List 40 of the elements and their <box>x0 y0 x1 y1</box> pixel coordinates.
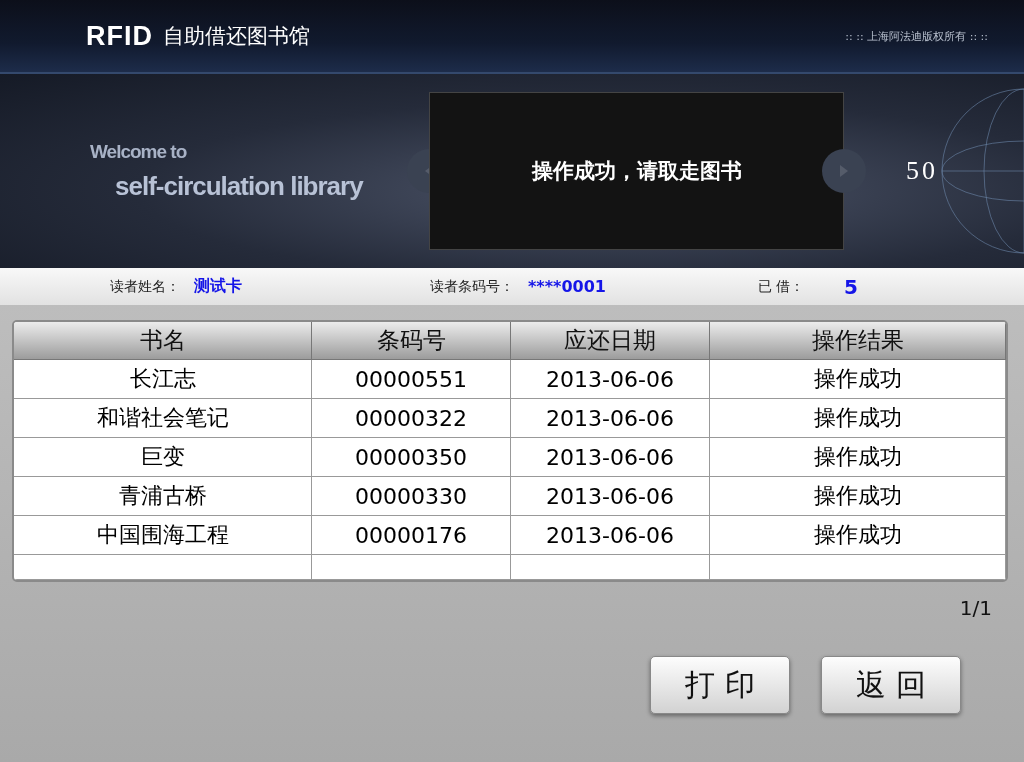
table-cell: 操作成功 <box>710 399 1006 438</box>
reader-name: 测试卡 <box>193 276 243 297</box>
table-cell: 巨变 <box>14 438 312 477</box>
table-cell: 操作成功 <box>710 477 1006 516</box>
print-button[interactable]: 打 印 <box>650 656 790 714</box>
column-header: 条码号 <box>312 322 511 360</box>
table-cell: 2013-06-06 <box>511 438 710 477</box>
table-cell: 青浦古桥 <box>14 477 312 516</box>
table-cell: 2013-06-06 <box>511 399 710 438</box>
table-cell: 00000322 <box>312 399 511 438</box>
borrowed-label: 已 借： <box>756 277 804 296</box>
borrowed-count: 5 <box>843 274 859 299</box>
column-header: 书名 <box>14 322 312 360</box>
table-cell: 操作成功 <box>710 438 1006 477</box>
countdown: 50 <box>906 156 938 186</box>
copyright-text: :: :: 上海阿法迪版权所有 :: :: <box>845 28 988 44</box>
table-cell: 2013-06-06 <box>511 360 710 399</box>
table-cell: 00000350 <box>312 438 511 477</box>
column-header: 应还日期 <box>511 322 710 360</box>
table-cell: 长江志 <box>14 360 312 399</box>
table-cell: 2013-06-06 <box>511 516 710 555</box>
column-header: 操作结果 <box>710 322 1006 360</box>
table-cell: 00000330 <box>312 477 511 516</box>
table-cell: 2013-06-06 <box>511 477 710 516</box>
reader-name-label: 读者姓名： <box>109 277 180 296</box>
back-button[interactable]: 返 回 <box>821 656 961 714</box>
status-message: 操作成功，请取走图书 <box>429 92 844 250</box>
table-cell: 和谐社会笔记 <box>14 399 312 438</box>
table-cell: 00000176 <box>312 516 511 555</box>
table-cell: 中国围海工程 <box>14 516 312 555</box>
table-cell: 操作成功 <box>710 516 1006 555</box>
page-indicator: 1/1 <box>959 596 992 620</box>
reader-barcode-label: 读者条码号： <box>429 277 514 296</box>
reader-barcode: ****0001 <box>527 277 607 296</box>
table-cell: 操作成功 <box>710 360 1006 399</box>
welcome-text: Welcome to <box>90 140 187 163</box>
subtitle-text: self-circulation library <box>115 170 363 202</box>
logo: RFID <box>86 20 153 52</box>
app-title: 自助借还图书馆 <box>163 23 310 50</box>
table-cell: 00000551 <box>312 360 511 399</box>
